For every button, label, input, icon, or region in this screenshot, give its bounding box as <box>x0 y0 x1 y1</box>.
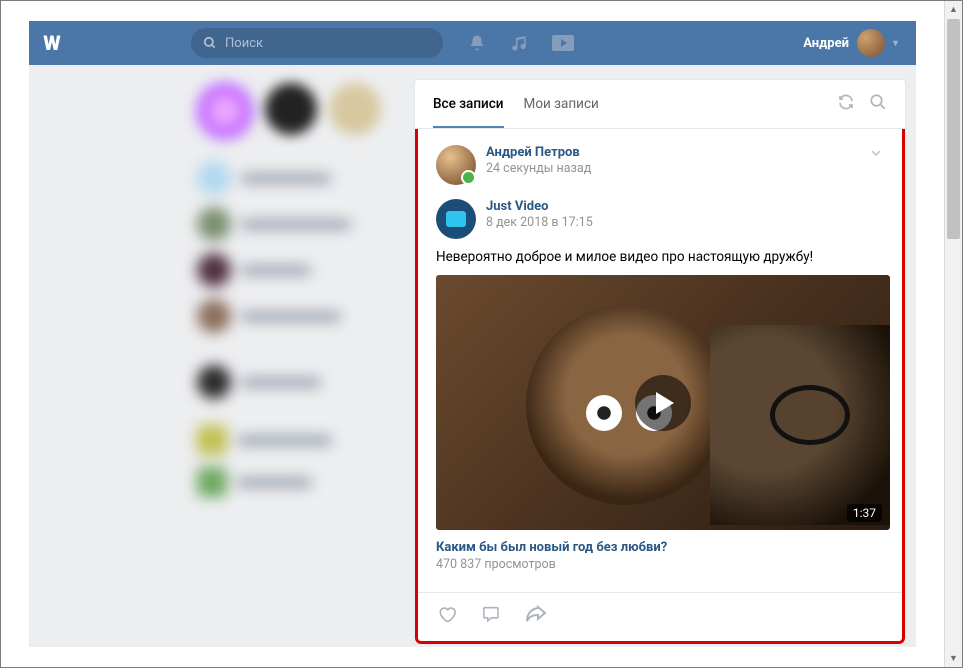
story-item[interactable] <box>197 83 253 139</box>
post-actions <box>418 592 902 641</box>
play-icon <box>635 375 691 431</box>
user-avatar <box>857 29 885 57</box>
video-views: 470 837 просмотров <box>436 557 884 572</box>
left-sidebar <box>189 65 399 647</box>
notifications-icon[interactable] <box>467 33 487 53</box>
tab-my-posts[interactable]: Мои записи <box>524 80 599 128</box>
vk-logo[interactable]: W <box>29 21 73 65</box>
video-group-icon <box>446 211 466 227</box>
chevron-down-icon: ▾ <box>893 38 898 49</box>
search-posts-icon[interactable] <box>869 93 887 115</box>
feed-tabs: Все записи Мои записи <box>415 80 905 129</box>
search-placeholder: Поиск <box>225 36 263 51</box>
video-title[interactable]: Каким бы был новый год без любви? <box>436 540 884 555</box>
story-item[interactable] <box>329 83 381 135</box>
post-author-name[interactable]: Андрей Петров <box>486 145 591 160</box>
feed-card: Все записи Мои записи <box>414 79 906 645</box>
tab-all-posts[interactable]: Все записи <box>433 80 504 128</box>
repost-source-avatar[interactable] <box>436 199 476 239</box>
comment-button[interactable] <box>480 603 502 629</box>
video-duration: 1:37 <box>847 504 882 522</box>
search-icon <box>203 36 217 50</box>
scroll-up-icon[interactable]: ▲ <box>945 1 962 18</box>
video-thumbnail[interactable]: 1:37 <box>436 275 890 530</box>
post-time: 24 секунды назад <box>486 161 591 176</box>
search-input[interactable]: Поиск <box>191 28 443 58</box>
like-button[interactable] <box>436 603 458 629</box>
scrollbar[interactable]: ▲ ▼ <box>944 1 962 667</box>
scroll-down-icon[interactable]: ▼ <box>945 650 962 667</box>
scroll-thumb[interactable] <box>947 19 960 239</box>
story-item[interactable] <box>265 83 317 135</box>
username-label: Андрей <box>803 36 849 51</box>
music-icon[interactable] <box>509 33 529 53</box>
refresh-icon[interactable] <box>837 93 855 115</box>
post-text: Невероятно доброе и милое видео про наст… <box>436 249 884 265</box>
post-menu-icon[interactable] <box>868 145 884 165</box>
stories-row <box>189 79 399 155</box>
video-icon[interactable] <box>551 33 575 53</box>
highlighted-post: Андрей Петров 24 секунды назад <box>415 129 905 644</box>
friends-list-blurred <box>189 155 399 503</box>
user-menu[interactable]: Андрей ▾ <box>803 29 898 57</box>
repost-source-time: 8 дек 2018 в 17:15 <box>486 215 593 230</box>
online-indicator <box>461 170 476 185</box>
share-button[interactable] <box>524 603 548 629</box>
repost-source-name[interactable]: Just Video <box>486 199 593 214</box>
top-header: W Поиск Андрей ▾ <box>29 21 916 65</box>
post-author-avatar[interactable] <box>436 145 476 185</box>
